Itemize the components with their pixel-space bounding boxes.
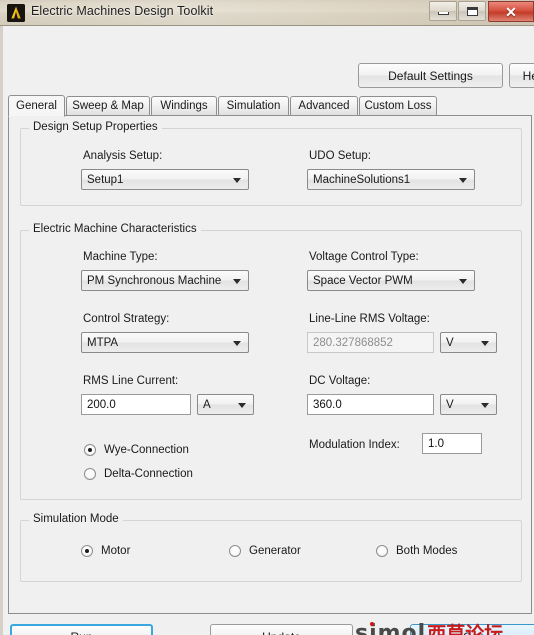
both-modes-label: Both Modes [396,545,458,557]
control-strategy-value: MTPA [87,336,119,349]
chevron-down-icon [233,177,241,183]
cancel-button[interactable]: Cancel [410,624,534,635]
machine-characteristics-group: Electric Machine Characteristics Machine… [20,223,522,500]
simulation-mode-motor-row[interactable]: Motor [81,545,130,557]
delta-connection-label: Delta-Connection [104,468,193,480]
simulation-mode-generator-row[interactable]: Generator [229,545,301,557]
watermark-dot-icon [370,622,374,626]
udo-setup-label: UDO Setup: [309,150,371,162]
machine-type-dropdown[interactable]: PM Synchronous Machine [81,270,249,291]
tab-panel-general: Design Setup Properties Analysis Setup: … [8,116,532,614]
machine-characteristics-group-title: Electric Machine Characteristics [29,223,201,235]
tab-simulation[interactable]: Simulation [218,96,289,116]
simulation-mode-both-row[interactable]: Both Modes [376,545,457,557]
rms-line-current-input[interactable]: 200.0 [81,394,191,415]
dc-voltage-value: 360.0 [313,398,342,411]
tab-advanced[interactable]: Advanced [290,96,358,116]
close-icon: ✕ [505,3,517,20]
tab-bar: General Sweep & Map Windings Simulation … [8,95,532,117]
line-line-rms-voltage-value: 280.327868852 [313,336,393,349]
chevron-down-icon [481,340,489,346]
rms-line-current-unit-dropdown[interactable]: A [197,394,254,415]
tab-custom-loss[interactable]: Custom Loss [359,96,437,116]
both-modes-radio[interactable] [376,545,388,557]
line-line-rms-voltage-unit-dropdown[interactable]: V [440,332,497,353]
rms-line-current-value: 200.0 [87,398,116,411]
update-button[interactable]: Update [210,624,353,635]
machine-type-label: Machine Type: [83,251,158,263]
minimize-button[interactable] [429,1,457,21]
chevron-down-icon [459,278,467,284]
tab-general[interactable]: General [8,95,65,117]
modulation-index-input[interactable]: 1.0 [422,433,482,454]
run-button[interactable]: Run [10,624,153,635]
close-button[interactable]: ✕ [488,1,534,22]
window-controls: ✕ [428,0,534,22]
simulation-mode-group-title: Simulation Mode [29,513,123,525]
tab-windings[interactable]: Windings [151,96,217,116]
minimize-icon [437,11,449,15]
dc-voltage-unit: V [446,398,454,411]
title-bar: Electric Machines Design Toolkit ✕ [0,0,534,26]
generator-label: Generator [249,545,301,557]
wye-connection-label: Wye-Connection [104,444,189,456]
wye-connection-radio[interactable] [84,444,96,456]
generator-radio[interactable] [229,545,241,557]
delta-connection-radio[interactable] [84,468,96,480]
dc-voltage-label: DC Voltage: [309,375,371,387]
voltage-control-type-value: Space Vector PWM [313,274,413,287]
rms-line-current-label: RMS Line Current: [83,375,179,387]
client-area: Default Settings Help General Sweep & Ma… [0,26,534,635]
default-settings-button[interactable]: Default Settings [358,63,503,88]
dc-voltage-input[interactable]: 360.0 [307,394,434,415]
chevron-down-icon [233,278,241,284]
design-setup-group-title: Design Setup Properties [29,121,162,133]
analysis-setup-label: Analysis Setup: [83,150,163,162]
delta-connection-radio-row[interactable]: Delta-Connection [84,468,193,480]
design-setup-group: Design Setup Properties Analysis Setup: … [20,121,522,206]
analysis-setup-dropdown[interactable]: Setup1 [81,169,249,190]
machine-type-value: PM Synchronous Machine [87,274,222,287]
tab-sweep-map[interactable]: Sweep & Map [66,96,150,116]
line-line-rms-voltage-input[interactable]: 280.327868852 [307,332,434,353]
ansys-lambda-icon [7,4,25,22]
chevron-down-icon [238,402,246,408]
udo-setup-dropdown[interactable]: MachineSolutions1 [307,169,475,190]
dc-voltage-unit-dropdown[interactable]: V [440,394,497,415]
voltage-control-type-dropdown[interactable]: Space Vector PWM [307,270,475,291]
chevron-down-icon [233,340,241,346]
voltage-control-type-label: Voltage Control Type: [309,251,419,263]
maximize-button[interactable] [458,1,486,21]
analysis-setup-value: Setup1 [87,173,124,186]
wye-connection-radio-row[interactable]: Wye-Connection [84,444,189,456]
control-strategy-dropdown[interactable]: MTPA [81,332,249,353]
motor-radio[interactable] [81,545,93,557]
motor-label: Motor [101,545,131,557]
application-window: Electric Machines Design Toolkit ✕ Defau… [0,0,534,635]
line-line-rms-voltage-unit: V [446,336,454,349]
modulation-index-label: Modulation Index: [309,439,400,451]
simulation-mode-group: Simulation Mode Motor Generator Both Mod… [20,513,522,582]
maximize-icon [466,6,478,16]
rms-line-current-unit: A [203,398,211,411]
window-title: Electric Machines Design Toolkit [31,4,214,18]
chevron-down-icon [459,177,467,183]
line-line-rms-voltage-label: Line-Line RMS Voltage: [309,313,430,325]
modulation-index-value: 1.0 [428,437,444,450]
help-button[interactable]: Help [509,63,534,88]
udo-setup-value: MachineSolutions1 [313,173,411,186]
chevron-down-icon [481,402,489,408]
control-strategy-label: Control Strategy: [83,313,170,325]
